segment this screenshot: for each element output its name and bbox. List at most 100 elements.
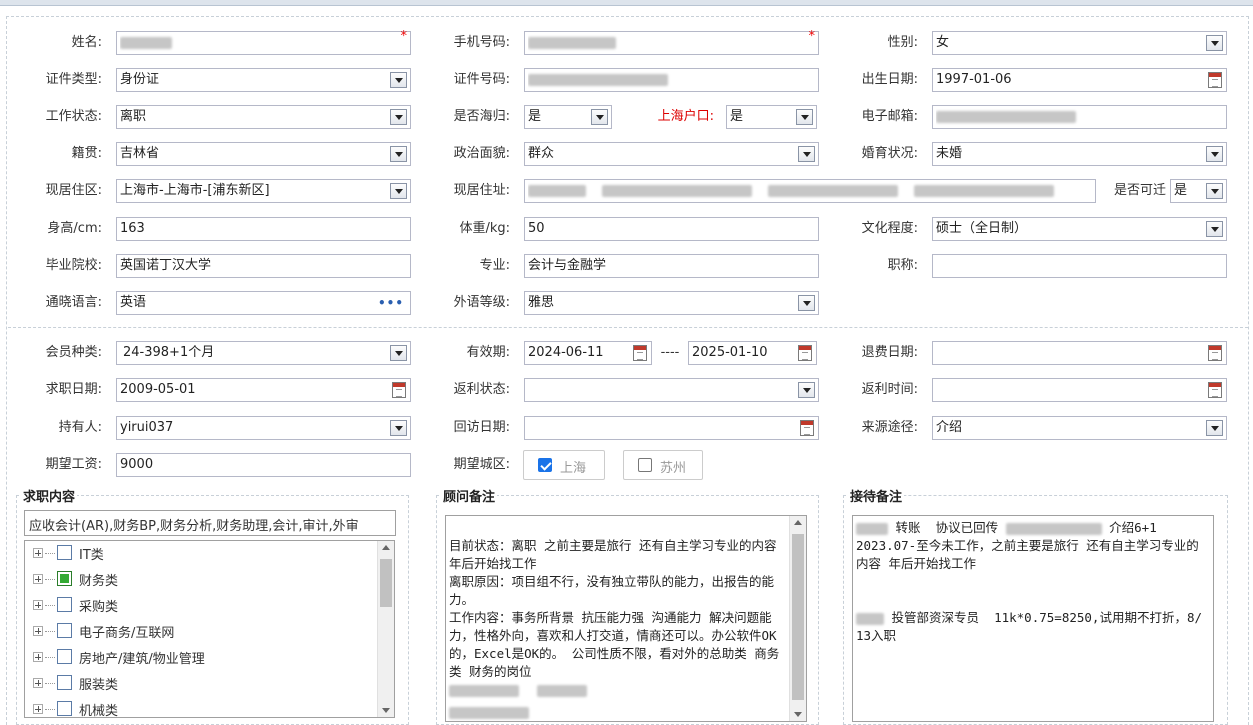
email-field[interactable] [932, 105, 1227, 129]
scroll-up-icon[interactable] [794, 520, 802, 525]
chevron-down-icon[interactable] [1206, 35, 1223, 51]
language-level-select[interactable]: 雅思 [524, 291, 819, 315]
city-option-shanghai[interactable]: 上海 [523, 450, 605, 480]
expand-icon[interactable] [33, 548, 43, 558]
valid-from-field[interactable]: 2024-06-11 [524, 341, 652, 365]
valid-to-field[interactable]: 2025-01-10 [688, 341, 817, 365]
marital-label: 婚育状况: [861, 146, 918, 161]
calendar-icon[interactable] [1208, 72, 1222, 88]
expand-icon[interactable] [33, 678, 43, 688]
job-date-field[interactable]: 2009-05-01 [116, 378, 411, 402]
title-field[interactable] [932, 254, 1227, 278]
tree-item-label: 采购类 [79, 600, 119, 615]
tree-item-ecommerce[interactable]: 电子商务/互联网 [25, 619, 375, 645]
chevron-down-icon[interactable] [798, 382, 815, 398]
member-type-select[interactable]: 24-398+1个月 [116, 341, 411, 365]
expected-city-label: 期望城区: [453, 457, 510, 472]
tree-item-purchasing[interactable]: 采购类 [25, 593, 375, 619]
native-place-select[interactable]: 吉林省 [116, 142, 411, 166]
checkbox-icon[interactable] [57, 623, 72, 638]
checkbox-icon[interactable] [57, 675, 72, 690]
tree-item-real-estate[interactable]: 房地产/建筑/物业管理 [25, 645, 375, 671]
calendar-icon[interactable] [392, 382, 406, 398]
scroll-up-icon[interactable] [382, 545, 390, 550]
chevron-down-icon[interactable] [591, 109, 608, 125]
expand-icon[interactable] [33, 626, 43, 636]
birth-date-field[interactable]: 1997-01-06 [932, 68, 1227, 92]
relocate-select[interactable]: 是 [1170, 179, 1227, 203]
education-select[interactable]: 硕士（全日制） [932, 217, 1227, 241]
major-field[interactable]: 会计与金融学 [524, 254, 819, 278]
scroll-thumb[interactable] [380, 559, 392, 607]
rebate-time-field[interactable] [932, 378, 1227, 402]
source-select[interactable]: 介绍 [932, 416, 1227, 440]
checkbox-checked[interactable] [538, 458, 552, 472]
expand-icon[interactable] [33, 600, 43, 610]
refund-date-field[interactable] [932, 341, 1227, 365]
political-select[interactable]: 群众 [524, 142, 819, 166]
job-date-value: 2009-05-01 [120, 382, 196, 397]
tree-scrollbar[interactable] [377, 541, 394, 717]
scroll-down-icon[interactable] [794, 712, 802, 717]
language-field[interactable]: 英语 ••• [116, 291, 411, 315]
scroll-thumb[interactable] [792, 534, 804, 700]
checkbox-icon[interactable] [57, 597, 72, 612]
chevron-down-icon[interactable] [796, 109, 813, 125]
weight-field[interactable]: 50 [524, 217, 819, 241]
advisor-scrollbar[interactable] [789, 516, 806, 721]
more-icon[interactable]: ••• [378, 297, 404, 309]
expected-salary-field[interactable]: 9000 [116, 453, 411, 477]
job-category-tree[interactable]: IT类 财务类 采购类 电子商务/互联网 房地产/建筑/物业管理 服装类 机械类 [24, 540, 395, 718]
chevron-down-icon[interactable] [390, 72, 407, 88]
expand-icon[interactable] [33, 574, 43, 584]
work-status-select[interactable]: 离职 [116, 105, 411, 129]
chevron-down-icon[interactable] [390, 183, 407, 199]
city-option-suzhou[interactable]: 苏州 [623, 450, 703, 480]
rebate-status-select[interactable] [524, 378, 819, 402]
calendar-icon[interactable] [1208, 382, 1222, 398]
advisor-notes-textarea[interactable]: 目前状态：离职 之前主要是旅行 还有自主学习专业的内容 年后开始找工作 离职原因… [445, 515, 807, 722]
marital-select[interactable]: 未婚 [932, 142, 1227, 166]
tree-item-finance[interactable]: 财务类 [25, 567, 375, 593]
mobile-field[interactable]: * [524, 29, 819, 55]
gender-select[interactable]: 女 [932, 31, 1227, 55]
tree-item-apparel[interactable]: 服装类 [25, 671, 375, 697]
scroll-down-icon[interactable] [382, 708, 390, 713]
chevron-down-icon[interactable] [1206, 146, 1223, 162]
chevron-down-icon[interactable] [390, 420, 407, 436]
checkbox-checked-icon[interactable] [57, 571, 72, 586]
checkbox-icon[interactable] [57, 649, 72, 664]
job-summary-field[interactable]: 应收会计(AR),财务BP,财务分析,财务助理,会计,审计,外审 [24, 510, 396, 536]
checkbox-icon[interactable] [57, 701, 72, 716]
checkbox-unchecked[interactable] [638, 458, 652, 472]
calendar-icon[interactable] [798, 345, 812, 361]
checkbox-icon[interactable] [57, 545, 72, 560]
holder-select[interactable]: yirui037 [116, 416, 411, 440]
height-field[interactable]: 163 [116, 217, 411, 241]
calendar-icon[interactable] [1208, 345, 1222, 361]
overseas-select[interactable]: 是 [524, 105, 612, 129]
calendar-icon[interactable] [633, 345, 647, 361]
chevron-down-icon[interactable] [798, 146, 815, 162]
calendar-icon[interactable] [800, 420, 814, 436]
residence-area-select[interactable]: 上海市-上海市-[浦东新区] [116, 179, 411, 203]
school-field[interactable]: 英国诺丁汉大学 [116, 254, 411, 278]
expand-icon[interactable] [33, 704, 43, 714]
chevron-down-icon[interactable] [390, 146, 407, 162]
revisit-date-field[interactable] [524, 416, 819, 440]
id-number-field[interactable] [524, 68, 819, 92]
tree-item-it[interactable]: IT类 [25, 541, 375, 567]
id-type-select[interactable]: 身份证 [116, 68, 411, 92]
chevron-down-icon[interactable] [1206, 221, 1223, 237]
residence-address-field[interactable] [524, 179, 1096, 203]
chevron-down-icon[interactable] [798, 295, 815, 311]
chevron-down-icon[interactable] [1206, 420, 1223, 436]
shanghai-hukou-select[interactable]: 是 [726, 105, 817, 129]
tree-item-machinery[interactable]: 机械类 [25, 697, 375, 717]
chevron-down-icon[interactable] [1206, 183, 1223, 199]
name-field[interactable]: * [116, 29, 411, 55]
reception-notes-textarea[interactable]: 转账 协议已回传 介绍6+1 2023.07-至今未工作，之前主要是旅行 还有自… [852, 515, 1214, 722]
expand-icon[interactable] [33, 652, 43, 662]
chevron-down-icon[interactable] [390, 345, 407, 361]
chevron-down-icon[interactable] [390, 109, 407, 125]
